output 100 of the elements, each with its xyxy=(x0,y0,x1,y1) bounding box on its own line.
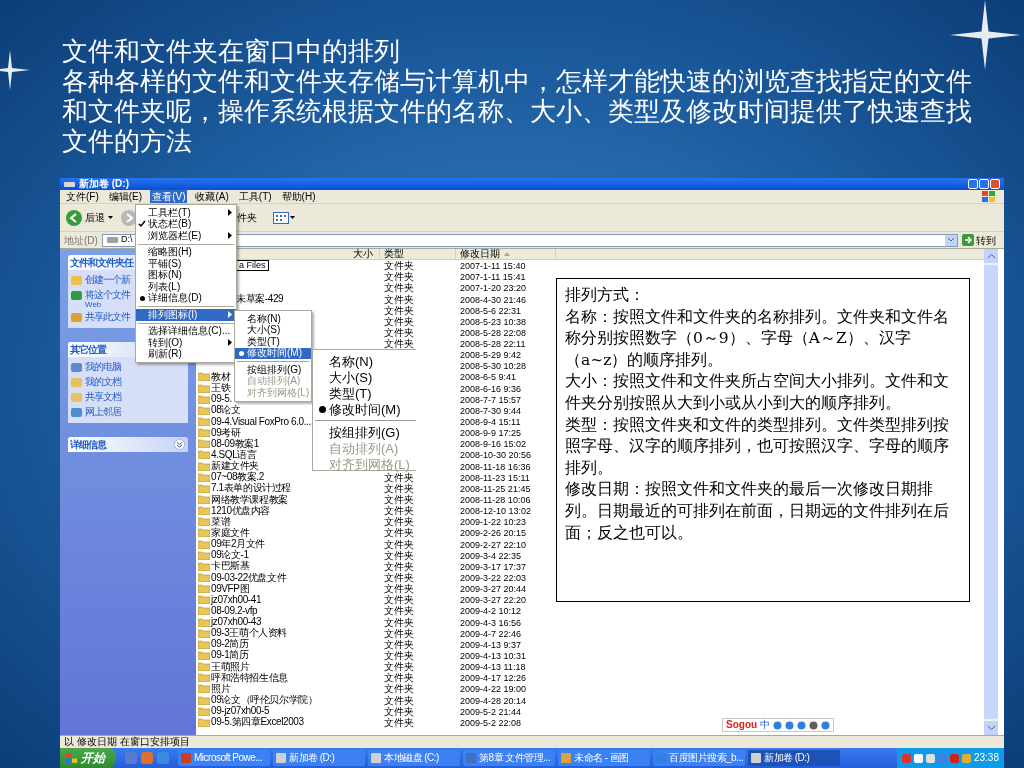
file-name[interactable]: 照片 xyxy=(211,683,231,694)
menu-item[interactable]: 查看(V) xyxy=(150,190,188,203)
task-link[interactable]: 共享文档 xyxy=(85,391,121,403)
menu-item[interactable]: 工具栏(T) xyxy=(136,207,236,219)
menu-item[interactable]: 排列图标(I) xyxy=(136,309,236,321)
file-type: 文件夹 xyxy=(384,672,414,684)
menu-item[interactable]: 类型(T) xyxy=(315,385,416,401)
file-name[interactable]: 网络教学课程教案 xyxy=(211,494,288,505)
file-name[interactable]: 1210优盘内容 xyxy=(211,505,271,516)
file-name[interactable]: 09-1简历 xyxy=(211,650,249,661)
file-name[interactable]: 新建文件夹 xyxy=(211,461,259,472)
caret-icon xyxy=(290,216,295,219)
caret-icon xyxy=(948,238,954,242)
column-heading[interactable]: 修改日期 xyxy=(456,249,556,259)
file-name[interactable]: 未草案-429 xyxy=(236,294,284,304)
menu-item[interactable]: 列表(L) xyxy=(136,281,236,293)
taskbar-button[interactable]: 未命名 - 画图 xyxy=(558,750,650,766)
folder-icon xyxy=(198,472,210,482)
submenu-arrow-icon xyxy=(228,232,232,240)
file-name[interactable]: 09-03-22优盘文件 xyxy=(211,572,287,583)
menu-item[interactable]: 修改时间(M) xyxy=(315,401,416,417)
pane-header[interactable]: 详细信息 xyxy=(68,437,188,452)
file-name[interactable]: 08-09教案1 xyxy=(211,438,259,449)
file-name[interactable]: 4.SQL语言 xyxy=(211,449,257,460)
menu-item[interactable]: 按组排列(G) xyxy=(315,424,416,440)
file-date: 2009-5-2 21:44 xyxy=(460,706,522,717)
file-name[interactable]: 呼和浩特招生信息 xyxy=(211,672,288,683)
file-name[interactable]: 王铁 xyxy=(211,383,231,394)
maximize-button[interactable] xyxy=(979,179,989,189)
task-link[interactable]: 我的文档 xyxy=(85,376,121,388)
back-button[interactable]: 后退 xyxy=(64,209,115,226)
task-link[interactable]: 网上邻居 xyxy=(85,406,121,418)
ime-mode[interactable]: 中 xyxy=(760,720,771,730)
file-name[interactable]: 教材 xyxy=(211,371,231,382)
file-name[interactable]: 07~08教案.2 xyxy=(211,472,264,483)
menu-item[interactable]: 详细信息(D) xyxy=(136,292,236,304)
file-name[interactable]: 08论文 xyxy=(211,405,241,416)
file-name[interactable]: 09论文（呼伦贝尔学院） xyxy=(211,695,318,706)
file-date: 2009-2-26 20:15 xyxy=(460,528,527,539)
file-name[interactable]: 08-09.2-vfp xyxy=(211,605,258,616)
taskbar-button[interactable]: 新加卷 (D:) xyxy=(748,750,840,766)
menu-item[interactable]: 浏览器栏(E) xyxy=(136,230,236,242)
taskbar-button[interactable]: Microsoft Powe... xyxy=(178,750,270,766)
task-link[interactable]: 将这个文件 xyxy=(85,289,130,301)
file-name[interactable]: 09论文-1 xyxy=(211,550,249,561)
file-name[interactable]: 王萌照片 xyxy=(211,661,250,672)
start-button[interactable]: 开始 xyxy=(60,748,116,768)
menu-item[interactable]: 名称(N) xyxy=(315,353,416,369)
file-type: 文件夹 xyxy=(384,527,414,539)
views-button[interactable] xyxy=(273,211,295,224)
file-name[interactable]: 09-4.Visual FoxPro 6.0... xyxy=(211,416,311,427)
column-heading[interactable]: 类型 xyxy=(380,249,456,259)
folder-icon xyxy=(198,405,210,415)
taskbar-button[interactable]: 百度图片搜索_b... xyxy=(653,750,745,766)
file-name[interactable]: 09-5. xyxy=(211,394,232,405)
file-name[interactable]: 09-5.第四章Excel2003 xyxy=(211,717,304,728)
file-type: 文件夹 xyxy=(384,326,414,338)
task-link[interactable]: 我的电脑 xyxy=(85,361,121,373)
taskbar-button[interactable]: 本地磁盘 (C:) xyxy=(368,750,460,766)
file-name[interactable]: 菜谱 xyxy=(211,516,231,527)
task-link[interactable]: 创建一个新 xyxy=(85,274,130,286)
file-name[interactable]: 家庭文件 xyxy=(211,527,250,538)
close-button[interactable] xyxy=(990,179,1000,189)
taskbar-button[interactable]: 新加卷 (D:) xyxy=(273,750,365,766)
go-button[interactable]: 转到 xyxy=(962,232,996,248)
dropdown-button[interactable] xyxy=(945,234,957,246)
menu-item[interactable]: 选择详细信息(C)... xyxy=(136,325,236,337)
file-name[interactable]: 09-jz07xh00-5 xyxy=(211,706,270,717)
menu-item[interactable]: 收藏(A) xyxy=(193,190,231,203)
file-name[interactable]: 09考研 xyxy=(211,427,241,438)
file-name[interactable]: 7.1表单的设计过程 xyxy=(211,483,291,494)
menu-item[interactable]: 类型(T) xyxy=(235,336,311,348)
menu-item[interactable]: 文件(F) xyxy=(64,190,101,203)
file-name[interactable]: jz07xh00-41 xyxy=(211,594,262,605)
menu-item[interactable]: 名称(N) xyxy=(235,313,311,325)
menu-item[interactable]: 帮助(H) xyxy=(279,190,318,203)
menu-item[interactable]: 大小(S) xyxy=(235,324,311,336)
menu-item[interactable]: 按组排列(G) xyxy=(235,364,311,376)
minimize-button[interactable] xyxy=(968,179,978,189)
menu-item[interactable]: 编辑(E) xyxy=(106,190,145,203)
taskbar-button[interactable]: 第8章 文件管理... xyxy=(463,750,555,766)
menu-item[interactable]: 状态栏(B) xyxy=(136,218,236,230)
file-name[interactable]: 卡巴斯基 xyxy=(211,561,250,572)
folders-button[interactable]: 件夹 xyxy=(237,210,257,225)
task-link[interactable]: Web xyxy=(85,301,130,309)
menu-item[interactable]: 图标(N) xyxy=(136,269,236,281)
file-date: 2007-1-11 15:40 xyxy=(460,261,526,272)
file-type: 文件夹 xyxy=(384,694,414,706)
menu-item[interactable]: 修改时间(M) xyxy=(235,347,311,359)
folder-icon xyxy=(198,495,210,504)
file-name[interactable]: jz07xh00-43 xyxy=(211,617,262,628)
file-name[interactable]: 09VFP图 xyxy=(211,583,250,594)
menu-item[interactable]: 工具(T) xyxy=(236,190,274,203)
file-date: 2009-3-17 17:37 xyxy=(460,561,527,572)
file-name[interactable]: 09-3王萌个人资料 xyxy=(211,628,287,639)
file-name[interactable]: 09年2月文件 xyxy=(211,539,265,550)
task-link[interactable]: 共享此文件 xyxy=(85,311,130,323)
menu-item[interactable]: 大小(S) xyxy=(315,369,416,385)
file-name[interactable]: 09-2简历 xyxy=(211,639,249,650)
note-paragraph: 大小：按照文件和文件夹所占空间大小排列。文件和文件夹分别按照从大到小或从小到大的顺序排列。 xyxy=(565,371,950,414)
